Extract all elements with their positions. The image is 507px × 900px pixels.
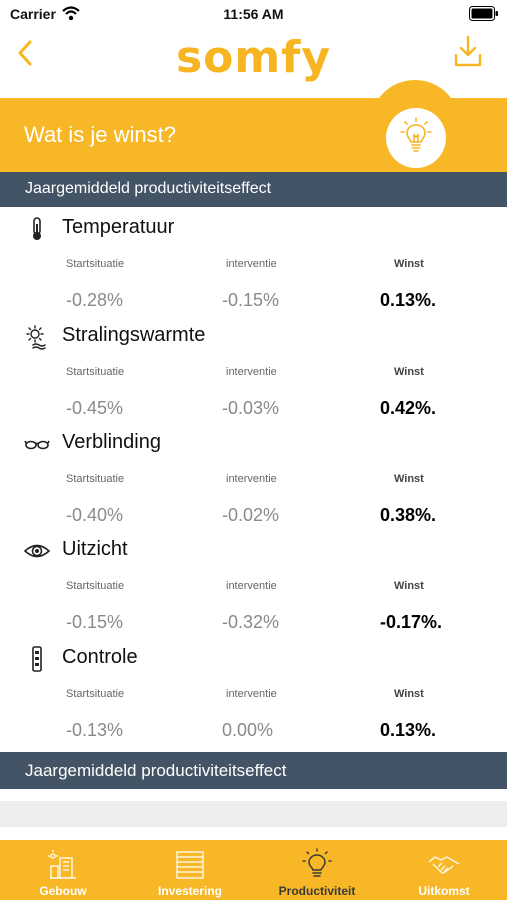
content-divider (0, 801, 507, 827)
tab-label: Productiviteit (278, 884, 356, 898)
metric-name: Controle (62, 646, 138, 668)
sun-heat-icon (26, 325, 46, 350)
start-label: Startsituatie (66, 258, 125, 270)
win-value: 0.13%. (380, 720, 437, 740)
intervention-label: interventie (226, 580, 277, 592)
lightbulb-icon (400, 117, 432, 152)
intervention-value: -0.03% (222, 398, 280, 418)
start-value: -0.13% (66, 720, 124, 740)
somfy-logo: somfy (175, 32, 332, 83)
start-label: Startsituatie (66, 366, 125, 378)
tab-gebouw[interactable]: Gebouw (0, 840, 126, 900)
start-value: -0.15% (66, 612, 124, 632)
download-icon[interactable] (453, 34, 483, 68)
metric-temperatuur: Temperatuur Startsituatie interventie Wi… (0, 208, 507, 316)
tab-label: Uitkomst (418, 884, 470, 898)
metric-uitzicht: Uitzicht Startsituatie interventie Winst… (0, 530, 507, 638)
win-label: Winst (394, 258, 424, 270)
intervention-label: interventie (226, 473, 277, 485)
win-value: 0.38%. (380, 505, 437, 525)
tab-bar: Gebouw Investering Productiviteit Uitkom… (0, 840, 507, 900)
building-icon (48, 850, 76, 879)
intervention-value: 0.00% (222, 720, 274, 740)
intervention-label: interventie (226, 366, 277, 378)
status-bar: Carrier 11:56 AM (0, 0, 507, 28)
metric-stralingswarmte: Stralingswarmte Startsituatie interventi… (0, 316, 507, 424)
win-label: Winst (394, 366, 424, 378)
blinds-icon (176, 851, 204, 879)
tab-label: Investering (157, 884, 223, 898)
win-value: 0.13%. (380, 290, 437, 310)
metric-verblinding: Verblinding Startsituatie interventie Wi… (0, 423, 507, 531)
page-title: Wat is je winst? (24, 122, 177, 147)
intervention-value: -0.15% (222, 290, 280, 310)
tab-uitkomst[interactable]: Uitkomst (381, 840, 507, 900)
win-label: Winst (394, 688, 424, 700)
win-label: Winst (394, 580, 424, 592)
footer-section-header: Jaargemiddeld productiviteitseffect (0, 752, 507, 789)
tab-label: Gebouw (39, 884, 87, 898)
tab-productiviteit[interactable]: Productiviteit (254, 840, 380, 900)
metric-name: Uitzicht (62, 538, 128, 560)
metric-name: Stralingswarmte (62, 324, 206, 346)
intervention-value: -0.32% (222, 612, 280, 632)
metric-name: Temperatuur (62, 216, 175, 238)
thermometer-icon (33, 217, 41, 240)
metric-name: Verblinding (62, 431, 161, 453)
intervention-value: -0.02% (222, 505, 280, 525)
start-label: Startsituatie (66, 580, 125, 592)
battery-icon (469, 6, 498, 21)
glasses-icon (24, 440, 50, 450)
metric-controle: Controle Startsituatie interventie Winst… (0, 638, 507, 746)
eye-icon (24, 544, 50, 558)
tab-investering[interactable]: Investering (127, 840, 253, 900)
intervention-label: interventie (226, 258, 277, 270)
status-time: 11:56 AM (223, 6, 284, 22)
start-value: -0.28% (66, 290, 124, 310)
start-label: Startsituatie (66, 473, 125, 485)
start-value: -0.45% (66, 398, 124, 418)
handshake-icon (428, 856, 460, 874)
start-value: -0.40% (66, 505, 124, 525)
win-label: Winst (394, 473, 424, 485)
lightbulb-icon (302, 848, 332, 877)
remote-control-icon (32, 646, 42, 672)
intervention-label: interventie (226, 688, 277, 700)
start-label: Startsituatie (66, 688, 125, 700)
section-header: Jaargemiddeld productiviteitseffect (0, 172, 507, 207)
win-value: 0.42%. (380, 398, 437, 418)
win-value: -0.17%. (380, 612, 443, 632)
